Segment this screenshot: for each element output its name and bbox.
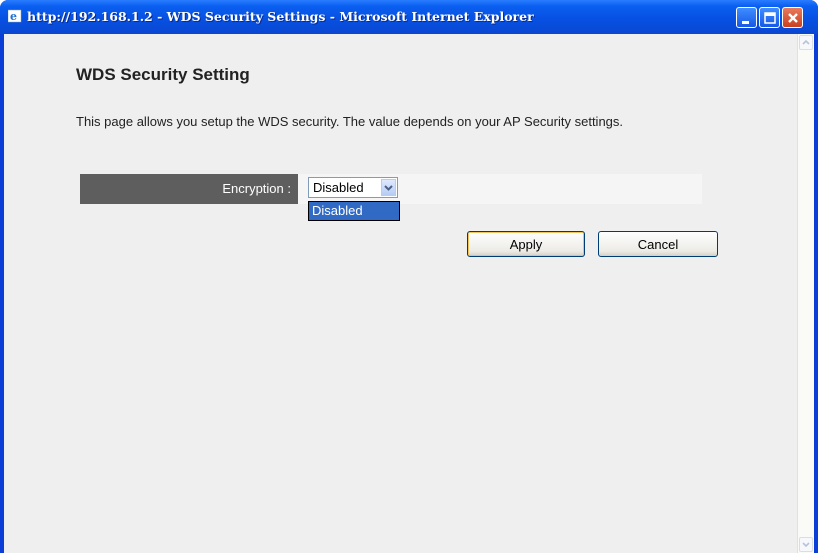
apply-button[interactable]: Apply xyxy=(467,231,585,257)
close-button[interactable] xyxy=(782,7,803,28)
dropdown-option-label: Disabled xyxy=(312,203,363,218)
encryption-label-cell: Encryption : xyxy=(80,174,298,204)
encryption-select[interactable]: Disabled xyxy=(308,177,398,198)
scroll-down-button[interactable] xyxy=(799,537,813,552)
page-content: WDS Security Setting This page allows yo… xyxy=(4,34,814,553)
scroll-up-button[interactable] xyxy=(799,35,813,50)
page-title: WDS Security Setting xyxy=(76,65,250,84)
cancel-button[interactable]: Cancel xyxy=(598,231,718,257)
internet-explorer-icon: e xyxy=(7,9,22,23)
page-description: This page allows you setup the WDS secur… xyxy=(76,114,624,129)
vertical-scrollbar[interactable] xyxy=(797,34,814,553)
window-title: http://192.168.1.2 - WDS Security Settin… xyxy=(27,9,534,24)
dropdown-option-disabled[interactable]: Disabled xyxy=(309,202,399,220)
browser-window: e http://192.168.1.2 - WDS Security Sett… xyxy=(0,0,818,553)
minimize-button[interactable] xyxy=(736,7,757,28)
encryption-label: Encryption : xyxy=(222,181,291,196)
encryption-selected-value: Disabled xyxy=(313,180,364,195)
svg-text:e: e xyxy=(10,10,17,23)
encryption-dropdown-list: Disabled xyxy=(308,201,400,221)
chevron-down-icon[interactable] xyxy=(381,179,396,196)
title-bar[interactable]: e http://192.168.1.2 - WDS Security Sett… xyxy=(0,0,818,34)
maximize-button[interactable] xyxy=(759,7,780,28)
